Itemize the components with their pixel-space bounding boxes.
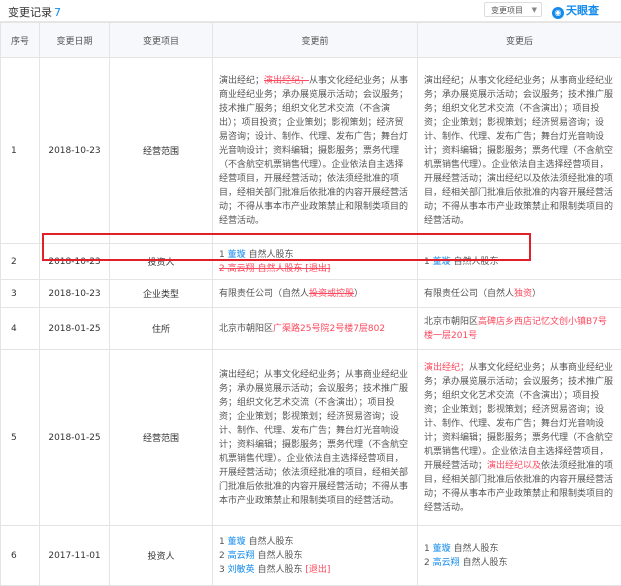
content-segment: 1 (424, 257, 433, 267)
content-segment: 自然人股东 (451, 544, 499, 554)
shareholder-link[interactable]: 董璇 (228, 537, 246, 547)
content-before: 北京市朝阳区广渠路25号院2号楼7层802 (213, 308, 418, 350)
content-after: 有限责任公司（自然人独资） (418, 280, 621, 308)
shareholder-line: 1 董璇 自然人股东 (424, 255, 615, 269)
content-segment: 自然人股东 (460, 558, 508, 568)
content-segment: 2 (219, 551, 228, 561)
col-header-date: 变更日期 (40, 23, 110, 58)
change-item: 经营范围 (110, 350, 213, 526)
table-row: 62017-11-01投资人1 董璇 自然人股东2 高云翔 自然人股东3 刘敏英… (1, 526, 621, 586)
content-segment: 演出经纪以及 (487, 461, 541, 471)
content-segment: 1 (219, 250, 228, 260)
change-item-filter[interactable]: 变更项目 ▼ (484, 2, 542, 17)
content-before: 演出经纪；演出经纪；从事文化经纪业务；从事商业经纪业务；承办展览展示活动；会议服… (213, 58, 418, 244)
content-before: 1 董璇 自然人股东2 高云翔 自然人股东3 刘敏英 自然人股东 [退出] (213, 526, 418, 586)
content-after: 演出经纪；从事文化经纪业务；从事商业经纪业务；承办展览展示活动；会议服务；技术推… (418, 58, 621, 244)
content-after: 演出经纪；从事文化经纪业务；从事商业经纪业务；承办展览展示活动；会议服务；技术推… (418, 350, 621, 526)
content-after: 北京市朝阳区高碑店乡西店记忆文创小镇B7号楼一层201号 (418, 308, 621, 350)
content-segment: 从事文化经纪业务；从事商业经纪业务；承办展览展示活动；会议服务；技术推广服务；组… (424, 363, 613, 471)
tianyancha-logo: ◉天眼查 (552, 2, 599, 19)
row-index: 3 (1, 280, 40, 308)
shareholder-link[interactable]: 高云翔 (433, 558, 460, 568)
content-segment: 自然人股东 (246, 250, 294, 260)
content-segment: 自然人股东 (246, 537, 294, 547)
content-segment: 北京市朝阳区 (219, 324, 273, 334)
filter-label: 变更项目 (491, 6, 523, 15)
content-segment: 自然人股东 (451, 257, 499, 267)
content-segment: 广渠路25号院2号楼7层802 (273, 324, 385, 334)
change-item: 投资人 (110, 526, 213, 586)
change-date: 2018-10-23 (40, 244, 110, 280)
row-index: 1 (1, 58, 40, 244)
content-segment: 独资 (514, 289, 532, 299)
col-header-after: 变更后 (418, 23, 621, 58)
shareholder-line: 1 董璇 自然人股东 (424, 542, 615, 556)
change-date: 2018-01-25 (40, 350, 110, 526)
table-row: 42018-01-25住所北京市朝阳区广渠路25号院2号楼7层802北京市朝阳区… (1, 308, 621, 350)
content-segment: 北京市朝阳区 (424, 317, 478, 327)
content-segment: 自然人股东 (255, 551, 303, 561)
shareholder-line: 1 董璇 自然人股东 (219, 248, 411, 262)
col-header-before: 变更前 (213, 23, 418, 58)
content-segment: ） (354, 289, 363, 299)
content-before: 有限责任公司（自然人投资或控股） (213, 280, 418, 308)
content-segment: 自然人股东 (255, 565, 306, 575)
change-item: 经营范围 (110, 58, 213, 244)
exit-tag: [退出] (305, 565, 330, 575)
shareholder-line: 3 刘敏英 自然人股东 [退出] (219, 563, 411, 577)
change-date: 2018-10-23 (40, 280, 110, 308)
shareholder-link[interactable]: 董璇 (433, 257, 451, 267)
content-segment: 投资或控股 (309, 289, 354, 299)
table-row: 22018-10-23投资人 1 董璇 自然人股东 2 高云翔 自然人股东 [退出]… (1, 244, 621, 280)
shareholder-link[interactable]: 刘敏英 (228, 565, 255, 575)
col-header-item: 变更项目 (110, 23, 213, 58)
table-row: 32018-10-23企业类型有限责任公司（自然人投资或控股）有限责任公司（自然… (1, 280, 621, 308)
row-index: 5 (1, 350, 40, 526)
table-header-row: 序号 变更日期 变更项目 变更前 变更后 (1, 23, 621, 58)
shareholder-link[interactable]: 董璇 (228, 250, 246, 260)
table-row: 12018-10-23经营范围演出经纪；演出经纪；从事文化经纪业务；从事商业经纪… (1, 58, 621, 244)
content-segment: 有限责任公司（自然人 (219, 289, 309, 299)
shareholder-line: 2 高云翔 自然人股东 (424, 556, 615, 570)
shareholder-link[interactable]: 高云翔 (228, 551, 255, 561)
content-segment: 从事文化经纪业务；从事商业经纪业务；承办展览展示活动；会议服务；技术推广服务；组… (219, 76, 408, 226)
change-date: 2017-11-01 (40, 526, 110, 586)
col-header-index: 序号 (1, 23, 40, 58)
logo-eye-icon: ◉ (552, 7, 564, 19)
shareholder-link[interactable]: 董璇 (433, 544, 451, 554)
change-records-table: 序号 变更日期 变更项目 变更前 变更后 12018-10-23经营范围演出经纪… (0, 22, 621, 586)
content-before: 1 董璇 自然人股东 2 高云翔 自然人股东 [退出] (213, 244, 418, 280)
content-segment: 演出经纪； (424, 363, 469, 373)
content-segment: 演出经纪；从事文化经纪业务；从事商业经纪业务；承办展览展示活动；会议服务；技术推… (424, 76, 613, 226)
content-segment: 2 高云翔 自然人股东 [退出] (219, 264, 330, 274)
section-title: 变更记录7 (8, 4, 61, 20)
change-item: 住所 (110, 308, 213, 350)
content-segment: 有限责任公司（自然人 (424, 289, 514, 299)
content-segment: 演出经纪； (219, 76, 264, 86)
content-segment: 2 (424, 558, 433, 568)
shareholder-line: 2 高云翔 自然人股东 [退出] (219, 262, 411, 276)
shareholder-line: 1 董璇 自然人股东 (219, 535, 411, 549)
change-date: 2018-01-25 (40, 308, 110, 350)
content-segment: 1 (219, 537, 228, 547)
content-segment: 1 (424, 544, 433, 554)
shareholder-line: 2 高云翔 自然人股东 (219, 549, 411, 563)
row-index: 2 (1, 244, 40, 280)
change-date: 2018-10-23 (40, 58, 110, 244)
change-item: 企业类型 (110, 280, 213, 308)
change-item: 投资人 (110, 244, 213, 280)
content-segment: 演出经纪；从事文化经纪业务；从事商业经纪业务；承办展览展示活动；会议服务；技术推… (219, 370, 408, 506)
content-segment: 演出经纪； (264, 76, 309, 86)
content-before: 演出经纪；从事文化经纪业务；从事商业经纪业务；承办展览展示活动；会议服务；技术推… (213, 350, 418, 526)
row-index: 6 (1, 526, 40, 586)
content-after: 1 董璇 自然人股东2 高云翔 自然人股东 (418, 526, 621, 586)
section-header: 变更记录7 变更项目 ▼ ◉天眼查 (0, 0, 621, 22)
chevron-down-icon: ▼ (532, 3, 537, 18)
content-after: 1 董璇 自然人股东 (418, 244, 621, 280)
row-index: 4 (1, 308, 40, 350)
content-segment: ） (532, 289, 541, 299)
content-segment: 3 (219, 565, 228, 575)
record-count: 7 (54, 6, 61, 19)
table-row: 52018-01-25经营范围演出经纪；从事文化经纪业务；从事商业经纪业务；承办… (1, 350, 621, 526)
